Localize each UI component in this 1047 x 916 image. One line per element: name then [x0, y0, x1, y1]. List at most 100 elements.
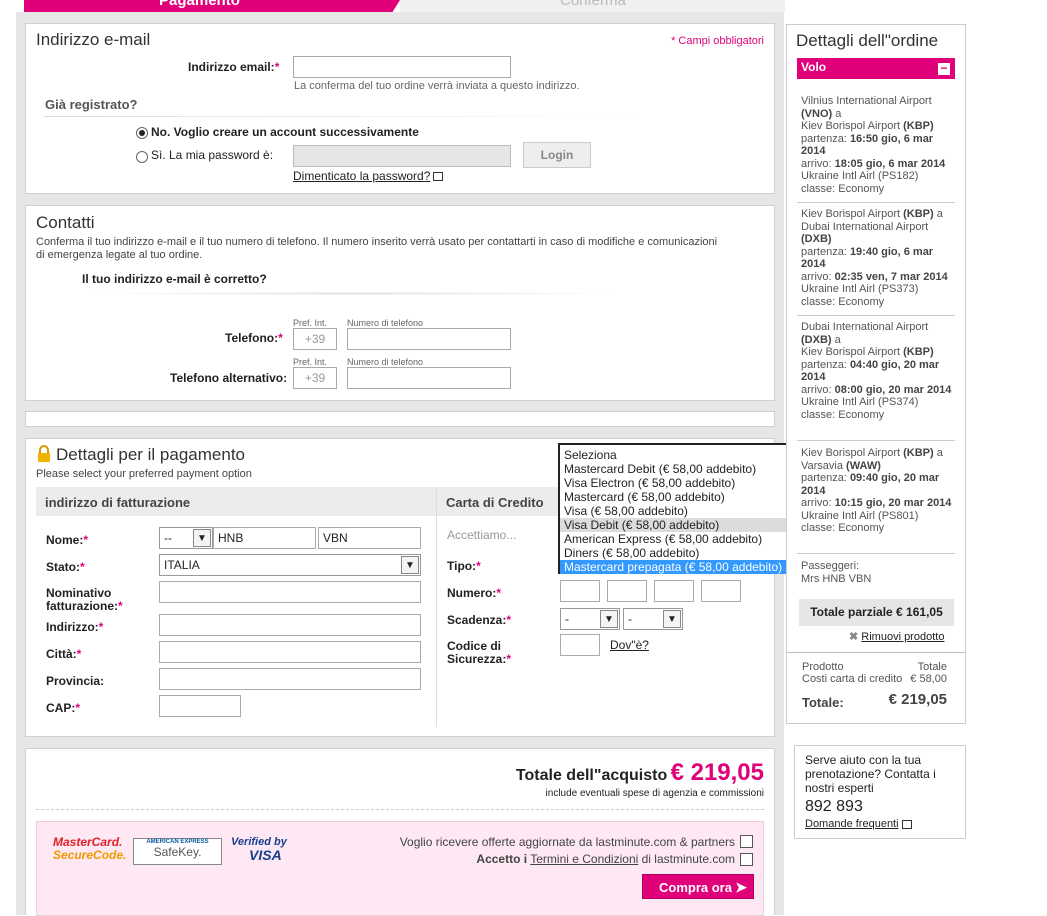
terms-link[interactable]: Termini e Condizioni — [530, 852, 638, 866]
email-input[interactable] — [293, 56, 511, 78]
expiry-year-select[interactable]: - ▼ — [623, 608, 683, 630]
step-payment: Pagamento — [24, 0, 400, 12]
radio-yes[interactable] — [136, 151, 148, 163]
card-number-4[interactable] — [701, 580, 741, 602]
last-name-input[interactable]: VBN — [318, 527, 421, 549]
card-number-3[interactable] — [654, 580, 694, 602]
column-divider — [436, 487, 437, 727]
leg-divider — [797, 440, 955, 441]
card-option[interactable]: American Express (€ 58,00 addebito) — [560, 532, 801, 546]
phone-prefix-input[interactable]: +39 — [293, 328, 337, 350]
expiry-label: Scadenza:* — [447, 613, 512, 627]
leg-divider — [797, 553, 955, 554]
alt-phone-label: Telefono alternativo: — [170, 371, 288, 385]
order-total-value: € 219,05 — [888, 691, 947, 708]
address-label: Indirizzo:* — [46, 620, 104, 634]
city-input[interactable] — [159, 641, 421, 663]
state-label: Stato:* — [46, 560, 85, 574]
total-note: include eventuali spese di agenzia e com… — [545, 788, 764, 799]
card-option[interactable]: Mastercard (€ 58,00 addebito) — [560, 490, 801, 504]
help-text: Serve aiuto con la tua prenotazione? Con… — [805, 753, 936, 795]
buy-now-button[interactable]: Compra ora ➤ — [642, 874, 754, 899]
forgot-password-link[interactable]: Dimenticato la password? — [293, 169, 443, 183]
required-note: * Campi obbligatori — [671, 35, 764, 47]
login-button[interactable]: Login — [523, 142, 591, 168]
billing-name-label: Nominativo fatturazione:* — [46, 586, 123, 613]
radio-no[interactable] — [136, 127, 148, 139]
card-option[interactable]: Visa Debit (€ 58,00 addebito) — [560, 518, 801, 532]
card-number-2[interactable] — [607, 580, 647, 602]
contacts-panel: Contatti Conferma il tuo indirizzo e-mai… — [25, 205, 775, 401]
where-link[interactable]: Dov"è? — [610, 638, 649, 652]
option-no-label: No. Voglio creare un account successivam… — [151, 125, 419, 139]
order-title: Dettagli dell"ordine — [796, 31, 939, 50]
arrow-right-icon: ➤ — [735, 879, 747, 895]
alt-phone-number-input[interactable] — [347, 367, 511, 389]
phone-number-input[interactable] — [347, 328, 511, 350]
city-label: Città:* — [46, 647, 82, 661]
number-label: Numero:* — [447, 586, 502, 600]
flight-leg-2: Kiev Borispol Airport (KBP) a Dubai Inte… — [801, 208, 948, 308]
divider — [44, 116, 644, 117]
card-cost-value: € 58,00 — [910, 673, 947, 685]
verified-by-visa-logo: Verified by VISA — [231, 836, 287, 863]
security-code-input[interactable] — [560, 634, 600, 656]
help-phone: 892 893 — [805, 798, 863, 815]
dotted-divider — [36, 809, 764, 810]
step-confirm: Conferma — [400, 0, 785, 12]
mastercard-securecode-logo: MasterCard. SecureCode. — [53, 835, 127, 862]
phone-label: Telefono:* — [225, 331, 283, 345]
payment-title: Dettagli per il pagamento — [56, 445, 246, 464]
order-total-label: Totale: — [802, 695, 844, 710]
card-option[interactable]: Visa (€ 58,00 addebito) — [560, 504, 801, 518]
password-input[interactable] — [293, 145, 511, 167]
accept-text: Accettiamo... — [447, 528, 517, 542]
card-option[interactable]: Seleziona — [560, 448, 801, 462]
alt-phone-prefix-input[interactable]: +39 — [293, 367, 337, 389]
terms-text: Accetto i Termini e Condizioni di lastmi… — [476, 852, 735, 866]
card-option-selected[interactable]: Mastercard prepagata (€ 58,00 addebito) — [560, 560, 801, 574]
card-type-dropdown[interactable]: Seleziona Mastercard Debit (€ 58,00 adde… — [558, 443, 803, 574]
leg-divider — [797, 315, 955, 316]
card-option[interactable]: Diners (€ 58,00 addebito) — [560, 546, 801, 560]
chevron-down-icon: ▼ — [663, 610, 681, 628]
lock-icon — [36, 445, 52, 462]
offers-checkbox[interactable] — [740, 835, 753, 848]
faq-link[interactable]: Domande frequenti — [805, 818, 912, 830]
order-sidebar: Dettagli dell"ordine Volo − Vilnius Inte… — [786, 24, 966, 724]
card-option[interactable]: Mastercard Debit (€ 58,00 addebito) — [560, 462, 801, 476]
registered-title: Già registrato? — [45, 97, 138, 112]
offers-text: Voglio ricevere offerte aggiornate da la… — [399, 835, 735, 849]
address-input[interactable] — [159, 614, 421, 636]
collapse-icon[interactable]: − — [938, 62, 950, 75]
flight-leg-1: Vilnius International Airport (VNO) a Ki… — [801, 95, 946, 195]
card-number-1[interactable] — [560, 580, 600, 602]
terms-checkbox[interactable] — [740, 853, 753, 866]
chevron-down-icon: ▼ — [600, 610, 618, 628]
province-input[interactable] — [159, 668, 421, 690]
total-divider — [787, 652, 965, 653]
remove-product[interactable]: ✖ Rimuovi prodotto — [849, 630, 944, 643]
contacts-description: Conferma il tuo indirizzo e-mail e il tu… — [36, 236, 718, 261]
email-section-title: Indirizzo e-mail — [36, 30, 151, 49]
name-label: Nome:* — [46, 533, 89, 547]
total-amount: € 219,05 — [670, 759, 764, 786]
email-label: Indirizzo email:* — [188, 60, 280, 74]
billing-name-input[interactable] — [159, 581, 421, 603]
email-hint: La conferma del tuo ordine verrà inviata… — [294, 80, 580, 92]
billing-header: indirizzo di fatturazione — [45, 495, 191, 510]
checkout-box: MasterCard. SecureCode. AMERICAN EXPRESS… — [36, 821, 764, 916]
cap-input[interactable] — [159, 695, 241, 717]
email-question: Il tuo indirizzo e-mail è corretto? — [82, 272, 267, 286]
first-name-input[interactable]: HNB — [213, 527, 316, 549]
total-small-label: Totale — [917, 661, 947, 673]
state-select[interactable]: ITALIA ▼ — [159, 554, 421, 576]
close-icon: ✖ — [849, 631, 859, 643]
email-panel: Indirizzo e-mail * Campi obbligatori Ind… — [25, 23, 775, 194]
card-option[interactable]: Visa Electron (€ 58,00 addebito) — [560, 476, 801, 490]
expiry-month-select[interactable]: - ▼ — [560, 608, 620, 630]
cap-label: CAP:* — [46, 701, 81, 715]
title-select[interactable]: -- ▼ — [159, 527, 213, 549]
option-yes-label: Sì. La mia password è: — [151, 148, 274, 162]
amex-safekey-logo: AMERICAN EXPRESS SafeKey. — [133, 838, 222, 865]
